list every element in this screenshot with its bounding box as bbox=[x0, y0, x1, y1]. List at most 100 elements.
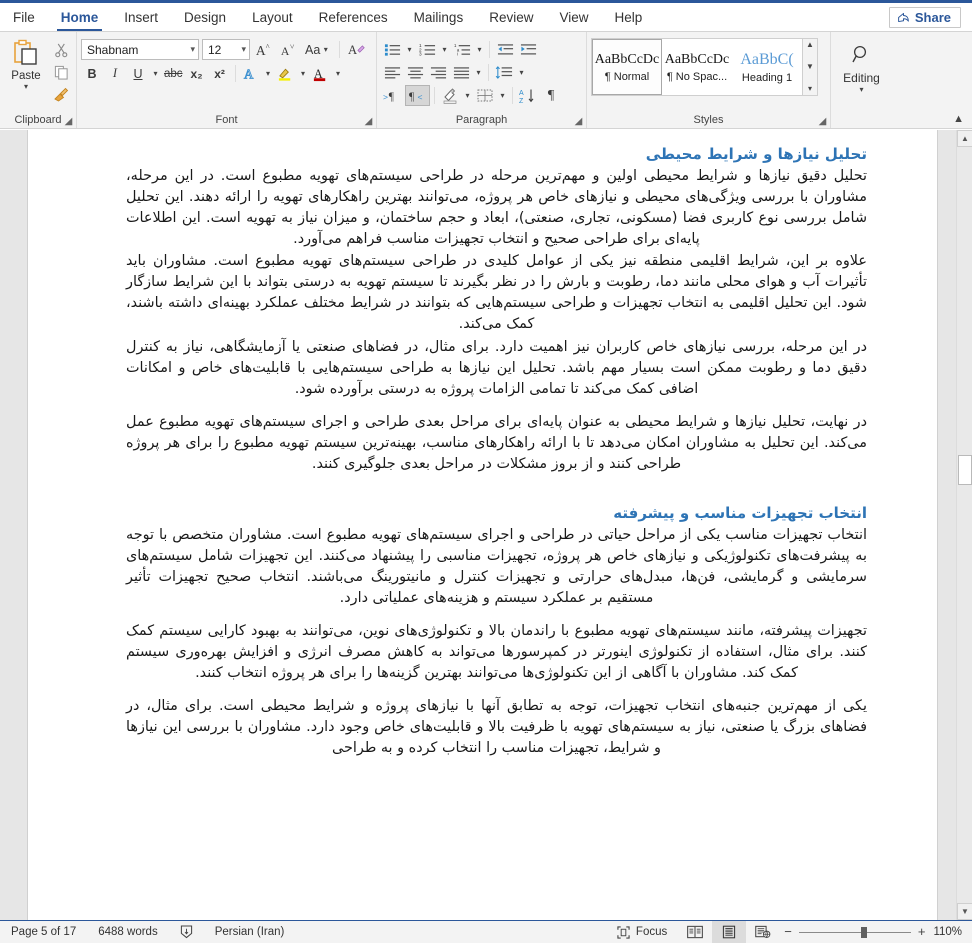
justify-button[interactable] bbox=[450, 62, 472, 83]
increase-indent-button[interactable] bbox=[517, 39, 539, 60]
style-no-spacing[interactable]: AaBbCcDc ¶ No Spac... bbox=[662, 39, 732, 95]
svg-text:A: A bbox=[519, 90, 524, 97]
style-normal[interactable]: AaBbCcDc ¶ Normal bbox=[592, 39, 662, 95]
clipboard-dialog-launcher-icon[interactable]: ◢ bbox=[63, 116, 74, 127]
tab-view[interactable]: View bbox=[546, 3, 601, 31]
styles-more-icon[interactable]: ▾ bbox=[808, 84, 812, 94]
zoom-level-label[interactable]: 110% bbox=[933, 926, 972, 938]
zoom-slider-thumb[interactable] bbox=[860, 926, 867, 938]
zoom-slider-track[interactable] bbox=[798, 926, 911, 938]
tab-help[interactable]: Help bbox=[602, 3, 656, 31]
scroll-down-icon[interactable]: ▼ bbox=[957, 903, 972, 920]
tab-insert[interactable]: Insert bbox=[111, 3, 171, 31]
sort-button[interactable]: A Z bbox=[517, 85, 539, 106]
highlight-chevron-down-icon[interactable]: ▾ bbox=[298, 69, 309, 78]
focus-mode-button[interactable]: Focus bbox=[606, 925, 678, 939]
bullets-button[interactable] bbox=[381, 39, 403, 60]
justify-chevron-down-icon[interactable]: ▾ bbox=[473, 68, 484, 77]
font-name-combobox[interactable]: Shabnam ▾ bbox=[81, 39, 199, 60]
bold-button[interactable]: B bbox=[81, 63, 103, 84]
ribbon: Paste ▾ Clipboard ◢ Shabnam ▾ 12 ▾ A ^ A… bbox=[0, 32, 972, 129]
borders-chevron-down-icon[interactable]: ▾ bbox=[497, 91, 508, 100]
tab-home[interactable]: Home bbox=[48, 3, 112, 31]
document-page[interactable]: تحلیل نیازها و شرایط محیطی تحلیل دقیق نی… bbox=[28, 130, 937, 920]
decrease-indent-button[interactable] bbox=[494, 39, 516, 60]
paragraph-dialog-launcher-icon[interactable]: ◢ bbox=[573, 116, 584, 127]
superscript-button[interactable]: x² bbox=[209, 63, 231, 84]
vertical-scrollbar[interactable]: ▲ ▼ bbox=[956, 130, 972, 920]
right-to-left-button[interactable]: ¶ < bbox=[405, 85, 430, 106]
shading-button[interactable] bbox=[439, 85, 461, 106]
zoom-out-button[interactable]: − bbox=[784, 925, 792, 938]
styles-dialog-launcher-icon[interactable]: ◢ bbox=[817, 116, 828, 127]
shading-chevron-down-icon[interactable]: ▾ bbox=[462, 91, 473, 100]
ribbon-group-clipboard: Paste ▾ Clipboard ◢ bbox=[0, 32, 76, 128]
scroll-up-icon[interactable]: ▲ bbox=[957, 130, 972, 147]
align-center-button[interactable] bbox=[404, 62, 426, 83]
font-dialog-launcher-icon[interactable]: ◢ bbox=[363, 116, 374, 127]
paste-chevron-down-icon[interactable]: ▾ bbox=[24, 83, 28, 91]
grow-font-button[interactable]: A ^ bbox=[253, 39, 275, 60]
styles-gallery-scrollbar[interactable]: ▲ ▼ ▾ bbox=[803, 38, 818, 96]
scroll-thumb[interactable] bbox=[958, 455, 972, 485]
show-formatting-marks-button[interactable]: ¶ bbox=[540, 85, 562, 106]
line-spacing-chevron-down-icon[interactable]: ▾ bbox=[516, 68, 527, 77]
tab-layout[interactable]: Layout bbox=[239, 3, 306, 31]
tab-file[interactable]: File bbox=[0, 3, 48, 31]
strikethrough-button[interactable]: abc bbox=[162, 63, 185, 84]
proofing-status[interactable] bbox=[169, 925, 204, 939]
font-color-button[interactable]: A bbox=[310, 63, 332, 84]
ribbon-group-font: Shabnam ▾ 12 ▾ A ^ A ˅ Aa ▾ A B I U ▾ ab… bbox=[76, 32, 376, 128]
text-effects-chevron-down-icon[interactable]: ▾ bbox=[263, 69, 274, 78]
left-to-right-button[interactable]: > ¶ bbox=[381, 85, 404, 106]
clear-formatting-button[interactable]: A bbox=[346, 39, 368, 60]
style-heading-1[interactable]: AaBbC( Heading 1 bbox=[732, 39, 802, 95]
format-painter-button[interactable] bbox=[50, 84, 72, 104]
read-mode-button[interactable] bbox=[678, 921, 712, 943]
font-size-combobox[interactable]: 12 ▾ bbox=[202, 39, 250, 60]
subscript-button[interactable]: x₂ bbox=[186, 63, 208, 84]
numbering-button[interactable]: 1 2 3 bbox=[416, 39, 438, 60]
change-case-button[interactable]: Aa ▾ bbox=[303, 39, 333, 60]
copy-button[interactable] bbox=[50, 62, 72, 82]
multilevel-list-button[interactable]: 1 a i bbox=[451, 39, 473, 60]
styles-group-label: Styles bbox=[693, 114, 724, 126]
word-count[interactable]: 6488 words bbox=[87, 926, 168, 938]
print-layout-button[interactable] bbox=[712, 920, 747, 943]
zoom-in-button[interactable]: + bbox=[918, 925, 926, 938]
focus-label: Focus bbox=[635, 926, 668, 938]
editing-chevron-down-icon[interactable]: ▾ bbox=[859, 86, 863, 94]
page-indicator[interactable]: Page 5 of 17 bbox=[0, 926, 87, 938]
text-effects-button[interactable]: A bbox=[240, 63, 262, 84]
editing-button[interactable] bbox=[847, 40, 877, 69]
styles-scroll-up-icon[interactable]: ▲ bbox=[806, 40, 814, 50]
svg-text:3: 3 bbox=[419, 52, 422, 57]
tab-review[interactable]: Review bbox=[476, 3, 546, 31]
styles-scroll-down-icon[interactable]: ▼ bbox=[806, 62, 814, 72]
paragraph-separator-1 bbox=[489, 41, 490, 58]
tab-design[interactable]: Design bbox=[171, 3, 239, 31]
language-indicator[interactable]: Persian (Iran) bbox=[204, 926, 296, 938]
borders-button[interactable] bbox=[474, 85, 496, 106]
underline-button[interactable]: U bbox=[127, 63, 149, 84]
bullets-chevron-down-icon[interactable]: ▾ bbox=[404, 45, 415, 54]
paste-button[interactable]: Paste ▾ bbox=[4, 37, 48, 91]
align-left-button[interactable] bbox=[381, 62, 403, 83]
align-right-button[interactable] bbox=[427, 62, 449, 83]
zoom-slider-control[interactable]: − + bbox=[780, 925, 933, 938]
font-color-chevron-down-icon[interactable]: ▾ bbox=[333, 69, 344, 78]
numbering-chevron-down-icon[interactable]: ▾ bbox=[439, 45, 450, 54]
line-spacing-button[interactable] bbox=[493, 62, 515, 83]
tab-references[interactable]: References bbox=[306, 3, 401, 31]
svg-text:¶: ¶ bbox=[389, 91, 395, 103]
multilevel-chevron-down-icon[interactable]: ▾ bbox=[474, 45, 485, 54]
cut-button[interactable] bbox=[50, 40, 72, 60]
tab-mailings[interactable]: Mailings bbox=[401, 3, 477, 31]
web-layout-button[interactable] bbox=[746, 921, 780, 943]
highlight-button[interactable] bbox=[275, 63, 297, 84]
italic-button[interactable]: I bbox=[104, 63, 126, 84]
underline-chevron-down-icon[interactable]: ▾ bbox=[150, 69, 161, 78]
share-button[interactable]: Share bbox=[888, 6, 961, 28]
collapse-ribbon-button[interactable]: ▲ bbox=[953, 113, 964, 125]
shrink-font-button[interactable]: A ˅ bbox=[278, 39, 300, 60]
